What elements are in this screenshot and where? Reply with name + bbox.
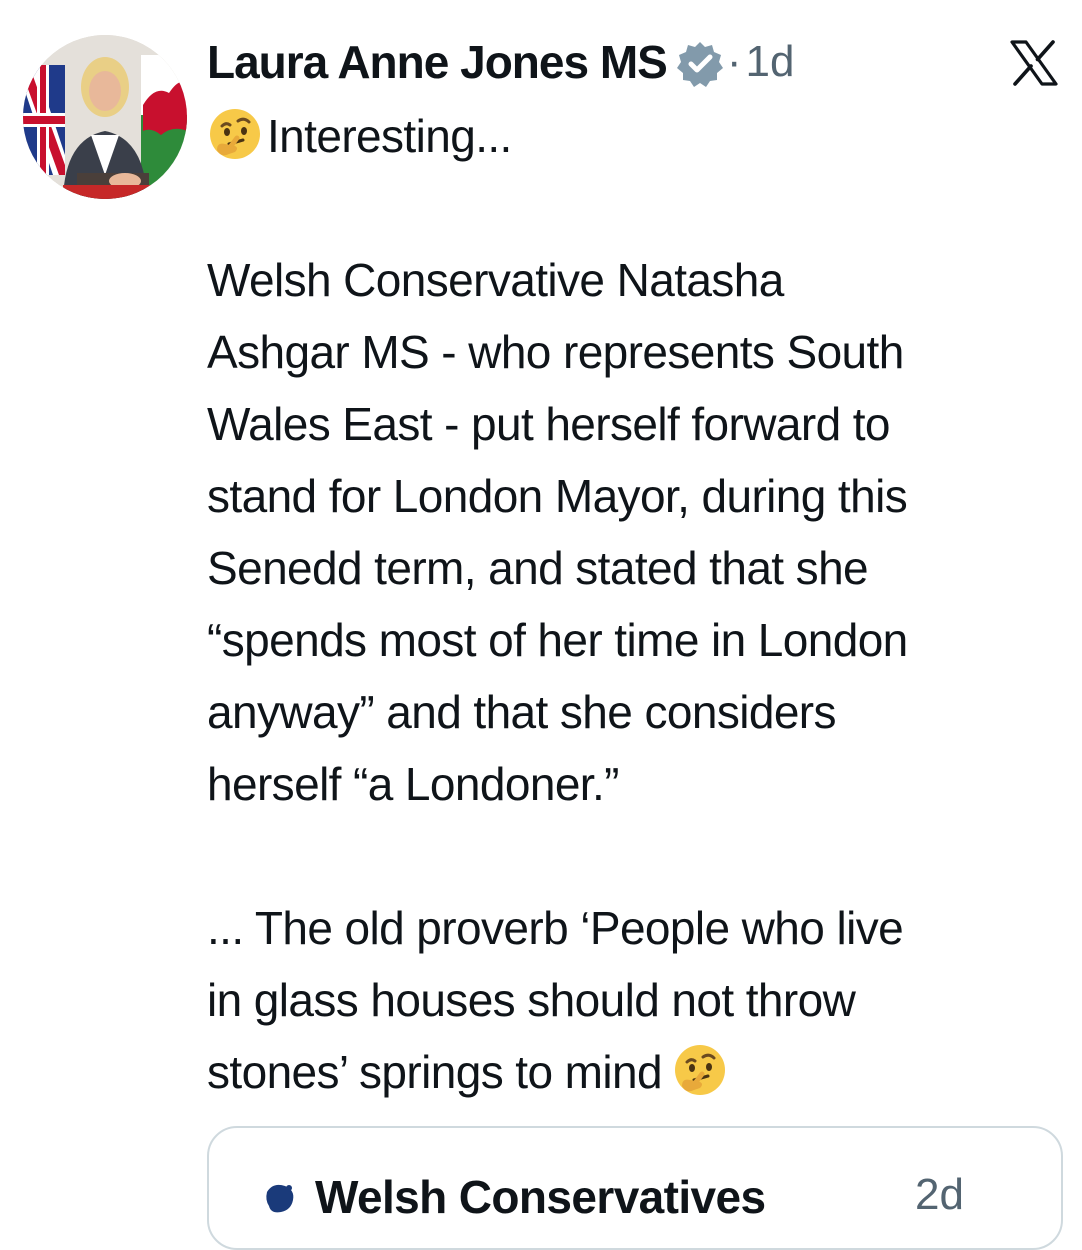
thinking-face-emoji-icon: [672, 1042, 728, 1098]
tweet-line-text: stones’ springs to mind: [207, 1046, 663, 1098]
tweet-line: herself “a Londoner.”: [207, 758, 619, 810]
verified-badge-icon[interactable]: [675, 39, 725, 89]
tweet-line: Wales East - put herself forward to: [207, 398, 891, 450]
x-logo-icon[interactable]: [1010, 40, 1058, 86]
header-separator: ·: [726, 37, 742, 86]
author-display-name[interactable]: Laura Anne Jones MS: [207, 35, 668, 89]
tweet-line: “spends most of her time in London: [207, 614, 908, 666]
tweet-line: stones’ springs to mind: [207, 1036, 1077, 1108]
quoted-tweet-logo-icon: [266, 1184, 294, 1213]
tweet-header: Laura Anne Jones MS · 1d: [207, 30, 794, 94]
tweet-line-text: Interesting...: [267, 110, 512, 162]
author-avatar[interactable]: [23, 35, 187, 199]
quoted-tweet-card[interactable]: Welsh Conservatives 2d: [207, 1126, 1063, 1250]
author-photo: [23, 35, 187, 199]
tweet-text: Interesting... Welsh Conservative Natash…: [207, 100, 1077, 1108]
quoted-tweet-avatar[interactable]: [259, 1178, 301, 1220]
tweet-line: stand for London Mayor, during this: [207, 470, 908, 522]
tweet-timestamp[interactable]: 1d: [746, 37, 795, 87]
quoted-tweet-timestamp[interactable]: 2d: [915, 1170, 964, 1220]
tweet-line: Welsh Conservative Natasha: [207, 254, 784, 306]
quoted-tweet-display-name[interactable]: Welsh Conservatives: [315, 1170, 766, 1224]
tweet-line: Ashgar MS - who represents South: [207, 326, 904, 378]
thinking-face-emoji-icon: [207, 106, 263, 162]
tweet-line: Senedd term, and stated that she: [207, 542, 869, 594]
tweet-line: anyway” and that she considers: [207, 686, 837, 738]
tweet-line: in glass houses should not throw: [207, 974, 856, 1026]
tweet-line: Interesting...: [207, 100, 1077, 172]
tweet-line: ... The old proverb ‘People who live: [207, 902, 904, 954]
